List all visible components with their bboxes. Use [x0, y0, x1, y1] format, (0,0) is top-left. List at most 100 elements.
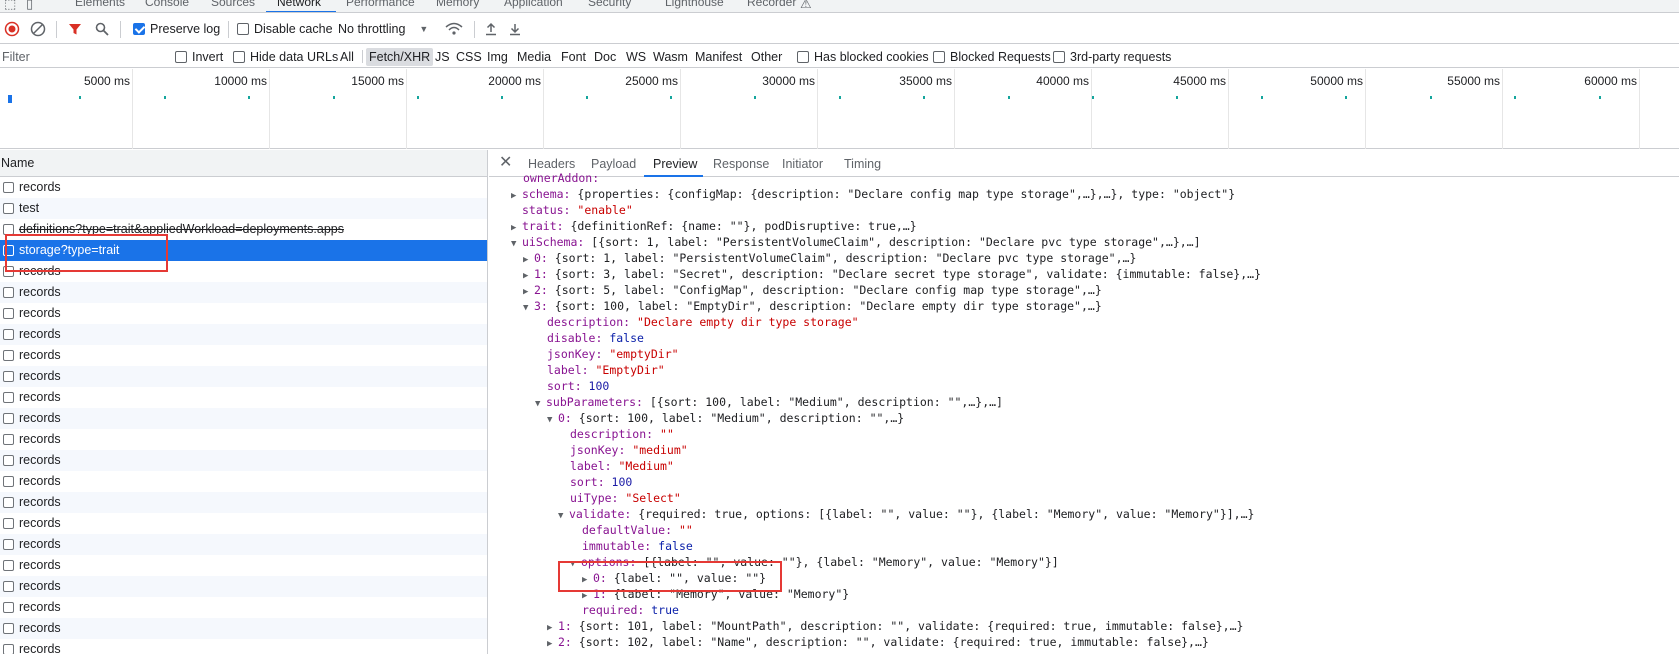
request-row[interactable]: records [0, 471, 487, 492]
tab-lighthouse[interactable]: Lighthouse [665, 0, 724, 9]
tab-network[interactable]: Network [277, 0, 321, 9]
preserve-log-check[interactable] [133, 23, 145, 35]
disable-cache-checkbox[interactable]: Disable cache [237, 14, 333, 44]
tree-node-item[interactable]: ▶ 0: {sort: 1, label: "PersistentVolumeCl… [523, 250, 1136, 266]
preserve-log-checkbox[interactable]: Preserve log [133, 14, 220, 44]
request-bar [8, 95, 12, 103]
type-filter-font[interactable]: Font [561, 45, 586, 68]
type-filter-ws[interactable]: WS [626, 45, 646, 68]
import-har-button[interactable] [484, 14, 498, 44]
tree-node-option-0[interactable]: ▶ 0: {label: "", value: ""} [582, 570, 766, 586]
request-row[interactable]: records [0, 282, 487, 303]
request-row[interactable]: records [0, 345, 487, 366]
request-row[interactable]: records [0, 576, 487, 597]
tree-node-item[interactable]: ▼ 3: {sort: 100, label: "EmptyDir", descr… [523, 298, 1102, 314]
device-toolbar-icon[interactable]: ▯ [26, 0, 33, 12]
request-row[interactable]: storage?type=trait [0, 240, 487, 261]
request-details: ✕ Headers Payload Preview Response Initi… [489, 150, 1679, 654]
type-filter-fetch-xhr[interactable]: Fetch/XHR [366, 47, 434, 66]
tree-node-item[interactable]: ▼ 0: {sort: 100, label: "Medium", descrip… [547, 410, 904, 426]
tab-initiator[interactable]: Initiator [782, 150, 823, 177]
third-party-check[interactable] [1053, 50, 1065, 63]
export-har-button[interactable] [508, 14, 522, 44]
tab-elements[interactable]: Elements [75, 0, 125, 9]
inspect-icon[interactable]: ⬚ [4, 0, 16, 12]
tab-sources[interactable]: Sources [211, 0, 255, 9]
request-row[interactable]: records [0, 555, 487, 576]
request-row[interactable]: records [0, 366, 487, 387]
type-filter-all[interactable]: All [340, 45, 354, 68]
tree-node-option-1[interactable]: ▶ 1: {label: "Memory", value: "Memory"} [582, 586, 849, 602]
type-filter-js[interactable]: JS [435, 45, 450, 68]
record-button[interactable] [4, 14, 20, 44]
clear-button[interactable] [30, 14, 46, 44]
request-row[interactable]: records [0, 639, 487, 654]
invert-check[interactable] [175, 50, 187, 63]
tab-application[interactable]: Application [504, 0, 563, 9]
request-row[interactable]: records [0, 513, 487, 534]
request-row[interactable]: records [0, 261, 487, 282]
request-rows: records test definitions?type=trait&applie… [0, 177, 487, 654]
tab-timing[interactable]: Timing [844, 150, 881, 177]
blocked-cookies-checkbox[interactable]: Has blocked cookies [797, 45, 929, 68]
request-file-icon [3, 286, 14, 298]
tree-node-item[interactable]: ▶ 1: {sort: 3, label: "Secret", descripti… [523, 266, 1261, 282]
request-row[interactable]: records [0, 450, 487, 471]
tab-memory[interactable]: Memory [436, 0, 479, 9]
hide-data-urls-checkbox[interactable]: Hide data URLs [233, 45, 338, 68]
invert-checkbox[interactable]: Invert [175, 45, 223, 68]
tree-node-uischema[interactable]: ▼ uiSchema: [{sort: 1, label: "Persistent… [511, 234, 1201, 250]
request-row[interactable]: records [0, 597, 487, 618]
name-column-header[interactable]: Name [0, 150, 487, 177]
type-filter-img[interactable]: Img [487, 45, 508, 68]
type-filter-media[interactable]: Media [517, 45, 551, 68]
tree-node-item[interactable]: ▶ 2: {sort: 5, label: "ConfigMap", descri… [523, 282, 1102, 298]
throttling-select[interactable]: No throttling ▼ [338, 14, 428, 44]
request-row[interactable]: records [0, 303, 487, 324]
type-filter-manifest[interactable]: Manifest [695, 45, 742, 68]
close-icon[interactable]: ✕ [499, 152, 512, 172]
tree-node-item[interactable]: ▶ 2: {sort: 102, label: "Name", descripti… [547, 634, 1209, 650]
request-row[interactable]: records [0, 492, 487, 513]
third-party-checkbox[interactable]: 3rd-party requests [1053, 45, 1171, 68]
request-row[interactable]: records [0, 324, 487, 345]
tree-node-schema[interactable]: ▶ schema: {properties: {configMap: {descr… [511, 186, 1235, 202]
request-row[interactable]: records [0, 408, 487, 429]
disable-cache-check[interactable] [237, 23, 249, 35]
request-name: records [19, 369, 61, 383]
search-button[interactable] [95, 14, 109, 44]
request-row[interactable]: records [0, 618, 487, 639]
type-filter-wasm[interactable]: Wasm [653, 45, 688, 68]
tab-response[interactable]: Response [713, 150, 769, 177]
request-row[interactable]: test [0, 198, 487, 219]
blocked-requests-check[interactable] [933, 50, 945, 63]
request-name: records [19, 348, 61, 362]
request-row[interactable]: records [0, 534, 487, 555]
blocked-cookies-check[interactable] [797, 50, 809, 63]
tree-node-trait[interactable]: ▶ trait: {definitionRef: {name: ""}, podD… [511, 218, 917, 234]
type-filter-css[interactable]: CSS [456, 45, 482, 68]
type-filter-other[interactable]: Other [751, 45, 782, 68]
filter-toggle-button[interactable] [68, 14, 82, 44]
overview-timeline[interactable]: 5000 ms 10000 ms 15000 ms 20000 ms 25000… [0, 69, 1679, 149]
tab-recorder[interactable]: Recorder [747, 0, 796, 9]
request-name: records [19, 411, 61, 425]
tab-console[interactable]: Console [145, 0, 189, 9]
tree-node-item[interactable]: ▶ 1: {sort: 101, label: "MountPath", desc… [547, 618, 1243, 634]
filter-input[interactable] [2, 45, 162, 68]
request-row[interactable]: definitions?type=trait&appliedWorkload=d… [0, 219, 487, 240]
type-filter-fetch-xhr-wrap[interactable]: Fetch/XHR [366, 45, 434, 68]
type-filter-doc[interactable]: Doc [594, 45, 616, 68]
tab-security[interactable]: Security [588, 0, 631, 9]
tab-performance[interactable]: Performance [346, 0, 415, 9]
request-row[interactable]: records [0, 387, 487, 408]
request-row[interactable]: records [0, 429, 487, 450]
tree-node-validate[interactable]: ▼ validate: {required: true, options: [{l… [558, 506, 1254, 522]
request-row[interactable]: records [0, 177, 487, 198]
network-conditions-button[interactable] [445, 14, 463, 44]
hide-data-urls-check[interactable] [233, 50, 245, 63]
blocked-requests-checkbox[interactable]: Blocked Requests [933, 45, 1051, 68]
tree-node-subparameters[interactable]: ▼ subParameters: [{sort: 100, label: "Med… [535, 394, 1003, 410]
tab-preview[interactable]: Preview [653, 150, 697, 177]
tree-node-options[interactable]: ▼ options: [{label: "", value: ""}, {labe… [570, 554, 1059, 570]
